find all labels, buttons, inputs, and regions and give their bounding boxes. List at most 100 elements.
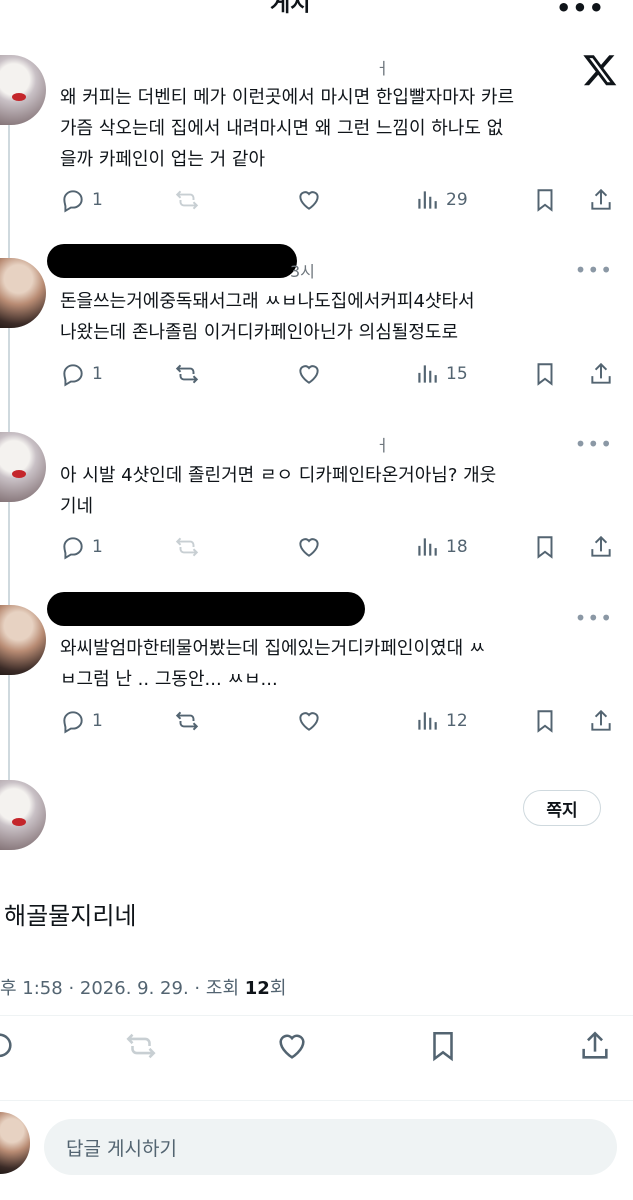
share-button[interactable] bbox=[588, 361, 614, 387]
share-icon bbox=[591, 709, 611, 731]
reply-text: 와씨발엄마한테물어봤는데 집에있는거디카페인이였대 ㅆ ㅂ그럼 난 .. 그동안… bbox=[60, 638, 486, 690]
post-timestamp: 후 1:58 · 2026. 9. 29. · 조회 12회 bbox=[0, 974, 286, 1000]
heart-icon bbox=[299, 538, 319, 557]
views-label: 조회 bbox=[205, 978, 240, 999]
repost-icon bbox=[175, 537, 199, 557]
reply-button[interactable]: 1 bbox=[60, 187, 103, 213]
views-chart-icon bbox=[418, 365, 437, 383]
post-meta: 3시 bbox=[290, 262, 315, 281]
share-button[interactable] bbox=[588, 187, 614, 213]
views-suffix: 회 bbox=[269, 978, 287, 999]
bookmark-button[interactable] bbox=[532, 708, 558, 734]
repost-icon bbox=[175, 364, 199, 384]
separator: · bbox=[194, 978, 201, 999]
reply-actions: 1 12 bbox=[60, 708, 620, 740]
views-chart-icon bbox=[418, 712, 437, 730]
more-options-icon[interactable]: ••• bbox=[575, 606, 613, 630]
reply-text: 아 시발 4샷인데 졸린거면 ㄹㅇ 디카페인타온거아님? 개웃 기네 bbox=[60, 465, 497, 517]
views-button[interactable]: 12 bbox=[414, 708, 468, 734]
bookmark-icon bbox=[537, 536, 553, 559]
post-meta: ㅓ bbox=[375, 59, 390, 78]
more-options-icon[interactable]: ••• bbox=[556, 0, 605, 22]
comment-icon bbox=[63, 537, 83, 560]
reply-text: 왜 커피는 더벤티 메가 이런곳에서 마시면 한입빨자마자 카르 가즘 삭오는데… bbox=[60, 87, 515, 170]
repost-icon bbox=[175, 711, 199, 731]
views-count: 12 bbox=[446, 711, 468, 731]
views-count: 15 bbox=[446, 364, 468, 384]
reply-input[interactable]: 답글 게시하기 bbox=[44, 1119, 617, 1175]
post-date: 2026. 9. 29. bbox=[79, 978, 189, 999]
share-button[interactable] bbox=[588, 708, 614, 734]
reply-actions: 1 29 bbox=[60, 187, 620, 219]
repost-button[interactable] bbox=[174, 708, 200, 734]
views-button[interactable]: 29 bbox=[414, 187, 468, 213]
heart-icon bbox=[299, 712, 319, 731]
post-time: 후 1:58 bbox=[0, 978, 63, 999]
reply-count: 1 bbox=[92, 190, 103, 210]
repost-button[interactable] bbox=[174, 361, 200, 387]
bookmark-icon bbox=[537, 363, 553, 386]
bookmark-icon[interactable] bbox=[426, 1029, 460, 1063]
more-options-icon[interactable]: ••• bbox=[575, 258, 613, 282]
views-count: 18 bbox=[446, 537, 468, 557]
repost-icon bbox=[175, 190, 199, 210]
repost-button[interactable] bbox=[174, 534, 200, 560]
page-title: 게시 bbox=[270, 0, 311, 17]
like-button[interactable] bbox=[296, 361, 322, 387]
heart-icon[interactable] bbox=[275, 1029, 309, 1063]
heart-icon bbox=[299, 365, 319, 384]
like-button[interactable] bbox=[296, 708, 322, 734]
redacted-username bbox=[47, 244, 297, 278]
like-button[interactable] bbox=[296, 534, 322, 560]
repost-button[interactable] bbox=[174, 187, 200, 213]
bookmark-button[interactable] bbox=[532, 361, 558, 387]
separator: · bbox=[68, 978, 75, 999]
like-button[interactable] bbox=[296, 187, 322, 213]
heart-icon bbox=[299, 191, 319, 210]
views-chart-icon bbox=[418, 191, 437, 209]
bookmark-button[interactable] bbox=[532, 534, 558, 560]
comment-icon bbox=[63, 190, 83, 213]
x-logo-icon bbox=[583, 55, 617, 86]
reply-text: 돈을쓰는거에중독돼서그래 ㅆㅂ나도집에서커피4샷타서 나왔는데 존나졸림 이거디… bbox=[60, 291, 475, 343]
reply-button[interactable]: 1 bbox=[60, 534, 103, 560]
reply-button[interactable]: 1 bbox=[60, 361, 103, 387]
views-chart-icon bbox=[418, 538, 437, 556]
reply-count: 1 bbox=[92, 711, 103, 731]
reply-count: 1 bbox=[92, 364, 103, 384]
comment-icon bbox=[63, 364, 83, 387]
reply-placeholder: 답글 게시하기 bbox=[66, 1137, 177, 1160]
reply-actions: 1 15 bbox=[60, 361, 620, 393]
views-button[interactable]: 18 bbox=[414, 534, 468, 560]
more-options-icon[interactable]: ••• bbox=[575, 432, 613, 456]
comment-icon bbox=[63, 711, 83, 734]
reply-actions: 1 18 bbox=[60, 534, 620, 566]
divider bbox=[0, 1100, 633, 1101]
bookmark-icon bbox=[537, 710, 553, 733]
comment-icon[interactable] bbox=[0, 1029, 16, 1063]
share-icon bbox=[591, 188, 611, 210]
share-icon[interactable] bbox=[578, 1029, 612, 1063]
reply-count: 1 bbox=[92, 537, 103, 557]
avatar bbox=[0, 1112, 30, 1174]
avatar[interactable] bbox=[0, 258, 46, 328]
post-meta: ㅓ bbox=[375, 436, 390, 455]
share-icon bbox=[591, 362, 611, 384]
bookmark-button[interactable] bbox=[532, 187, 558, 213]
share-button[interactable] bbox=[588, 534, 614, 560]
views-button[interactable]: 15 bbox=[414, 361, 468, 387]
avatar[interactable] bbox=[0, 605, 46, 675]
avatar[interactable] bbox=[0, 55, 46, 125]
avatar[interactable] bbox=[0, 432, 46, 502]
dm-button[interactable]: 쪽지 bbox=[523, 790, 601, 826]
views-count: 29 bbox=[446, 190, 468, 210]
views-count: 12 bbox=[244, 978, 270, 999]
main-post-text: 해골물지리네 bbox=[4, 902, 137, 930]
bookmark-icon bbox=[537, 189, 553, 212]
reply-button[interactable]: 1 bbox=[60, 708, 103, 734]
repost-icon[interactable] bbox=[124, 1029, 158, 1063]
divider bbox=[0, 1015, 633, 1016]
redacted-username bbox=[47, 592, 365, 626]
share-icon bbox=[591, 535, 611, 557]
avatar[interactable] bbox=[0, 780, 46, 850]
